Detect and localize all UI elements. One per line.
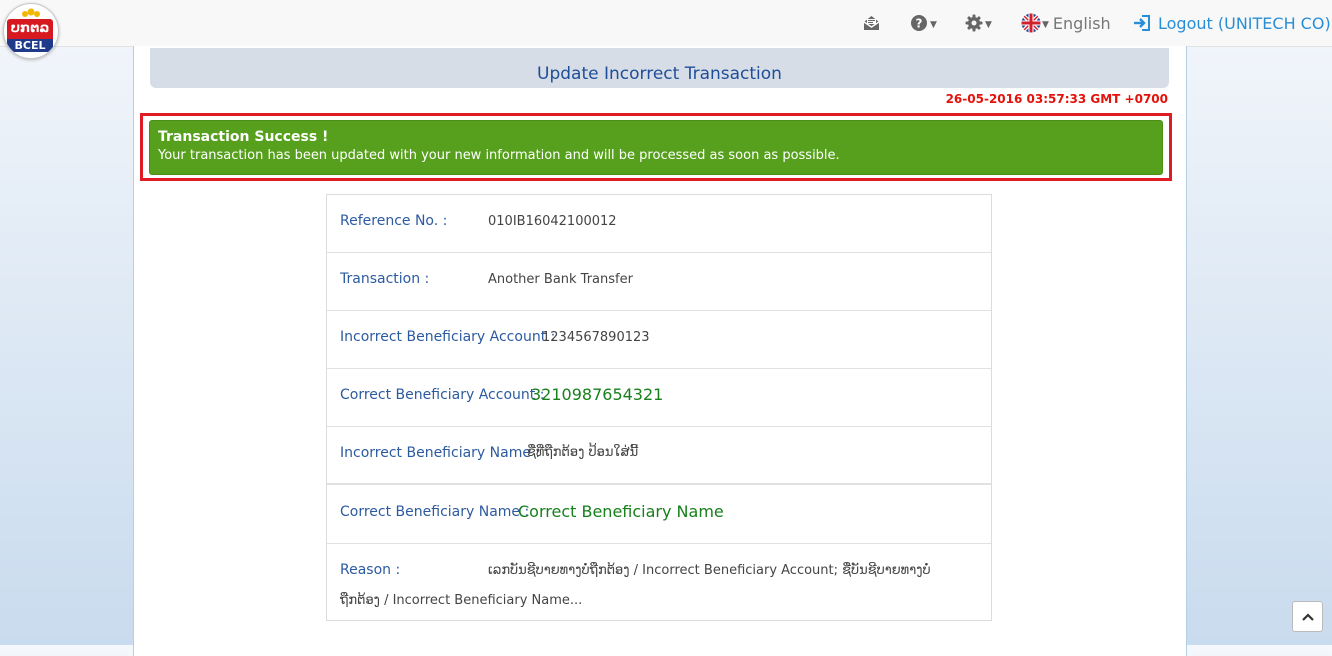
- logout-link[interactable]: Logout (UNITECH CO): [1133, 0, 1331, 46]
- incorrect-account-label: Incorrect Beneficiary Account :: [340, 329, 556, 345]
- correct-account-label: Correct Beneficiary Account :: [340, 387, 545, 403]
- incorrect-name-value: ຊື່ທີ່ຖືກຕ້ອງ ປ້ອນໃສ່ນີ້: [527, 445, 639, 460]
- detail-row-transaction: Transaction : Another Bank Transfer: [327, 253, 991, 311]
- settings-icon: [965, 14, 983, 32]
- scroll-to-top-button[interactable]: [1292, 601, 1323, 632]
- help-icon: ?: [911, 15, 927, 31]
- logout-icon: [1134, 15, 1150, 31]
- server-timestamp: 26-05-2016 03:57:33 GMT +0700: [945, 92, 1168, 106]
- page-title: Update Incorrect Transaction: [150, 48, 1169, 88]
- chevron-up-icon: [1301, 612, 1314, 621]
- reason-line-1: ເລກບັນຊີບາຍທາງບໍ່ຖືກຕ້ອງ / Incorrect Ben…: [488, 563, 931, 578]
- reason-line-2: ຖືກຕ້ອງ / Incorrect Beneficiary Name...: [340, 593, 583, 608]
- reference-value: 010IB16042100012: [488, 214, 617, 229]
- mail-icon: [863, 16, 880, 30]
- messages-menu[interactable]: [862, 0, 881, 46]
- transaction-label: Transaction :: [340, 271, 430, 287]
- logo-brand-text: BCEL: [7, 39, 53, 52]
- detail-row-incorrect-account: Incorrect Beneficiary Account : 12345678…: [327, 311, 991, 369]
- bcel-logo[interactable]: ບກຕລ BCEL: [3, 3, 59, 59]
- uk-flag-icon: [1021, 13, 1041, 33]
- alert-highlight-frame: Transaction Success ! Your transaction h…: [140, 113, 1172, 181]
- transaction-details-panel: Reference No. : 010IB16042100012 Transac…: [326, 194, 992, 621]
- success-alert: Transaction Success ! Your transaction h…: [149, 120, 1163, 175]
- help-menu[interactable]: ? ▼: [910, 0, 937, 46]
- chevron-down-icon: ▼: [985, 20, 992, 30]
- svg-text:?: ?: [916, 17, 923, 31]
- transaction-value: Another Bank Transfer: [488, 272, 633, 287]
- alert-title: Transaction Success !: [158, 129, 329, 145]
- detail-row-correct-account: Correct Beneficiary Account : 3210987654…: [327, 369, 991, 427]
- top-navbar: ? ▼ ▼ ▼ English Logout (UNITECH CO): [0, 0, 1332, 47]
- correct-name-value: Correct Beneficiary Name: [518, 502, 724, 521]
- main-container: Update Incorrect Transaction 26-05-2016 …: [133, 46, 1187, 656]
- language-label: English: [1052, 13, 1111, 33]
- language-menu[interactable]: ▼ English: [1021, 0, 1111, 46]
- reason-label: Reason :: [340, 562, 401, 578]
- incorrect-name-label: Incorrect Beneficiary Name :: [340, 445, 541, 461]
- settings-menu[interactable]: ▼: [965, 0, 992, 46]
- detail-row-correct-name: Correct Beneficiary Name : Correct Benef…: [327, 485, 991, 544]
- logout-label: Logout (UNITECH CO): [1158, 13, 1331, 33]
- detail-row-reason: Reason : ເລກບັນຊີບາຍທາງບໍ່ຖືກຕ້ອງ / Inco…: [327, 544, 991, 620]
- alert-message: Your transaction has been updated with y…: [158, 148, 840, 163]
- correct-account-value: 3210987654321: [531, 385, 664, 404]
- detail-row-reference: Reference No. : 010IB16042100012: [327, 195, 991, 253]
- incorrect-account-value: 1234567890123: [542, 330, 650, 345]
- flower-icon: [22, 8, 40, 17]
- reference-label: Reference No. :: [340, 213, 448, 229]
- detail-row-incorrect-name: Incorrect Beneficiary Name : ຊື່ທີ່ຖືກຕ້…: [327, 427, 991, 485]
- correct-name-label: Correct Beneficiary Name :: [340, 504, 530, 520]
- chevron-down-icon: ▼: [1042, 20, 1049, 30]
- logo-lao-text: ບກຕລ: [7, 19, 53, 39]
- chevron-down-icon: ▼: [930, 20, 937, 30]
